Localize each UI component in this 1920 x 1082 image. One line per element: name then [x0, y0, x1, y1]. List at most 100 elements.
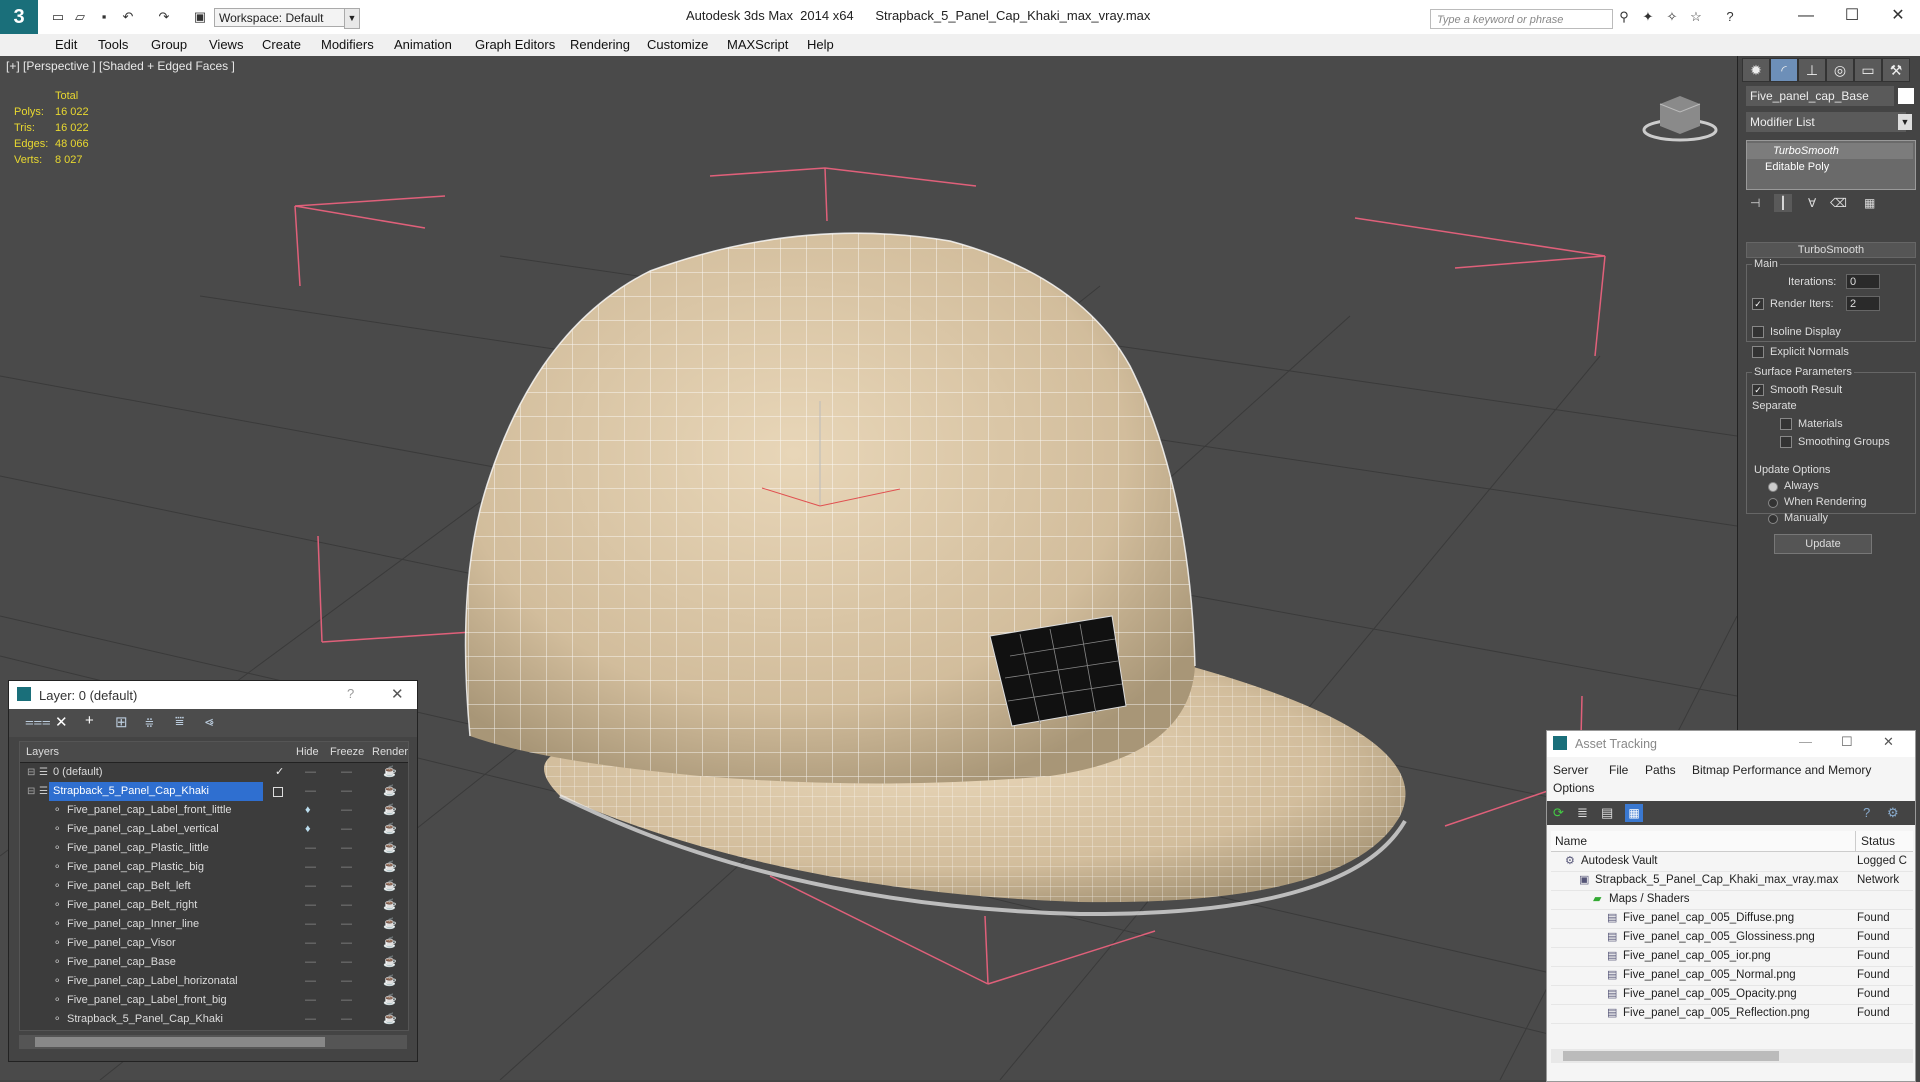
asset-row[interactable]: ⚙ Autodesk Vault Logged C	[1551, 852, 1913, 872]
layer-horizontal-scrollbar[interactable]	[19, 1035, 407, 1049]
expand-icon[interactable]: ⊟	[27, 763, 35, 782]
scrollbar-thumb[interactable]	[35, 1037, 325, 1047]
help-icon[interactable]: ?	[1722, 9, 1738, 25]
menu-tools[interactable]: Tools	[98, 37, 128, 52]
manually-radio[interactable]	[1768, 514, 1778, 524]
render-toggle-icon[interactable]: ☕	[383, 782, 397, 801]
object-name-field[interactable]: Five_panel_cap_Base	[1746, 86, 1894, 106]
hide-toggle-icon[interactable]: —	[305, 934, 316, 953]
freeze-toggle-icon[interactable]: —	[341, 915, 352, 934]
hide-toggle-icon[interactable]: —	[305, 915, 316, 934]
hide-all-layers-icon[interactable]: ⩹	[205, 713, 214, 730]
grid-view-icon[interactable]: ▦	[1625, 804, 1643, 822]
binoculars-icon[interactable]: ⚲	[1616, 9, 1632, 25]
freeze-toggle-icon[interactable]: —	[341, 953, 352, 972]
menu-edit[interactable]: Edit	[55, 37, 77, 52]
layer-row[interactable]: ⊟ ☰ 0 (default) ✓ — — ☕	[21, 763, 405, 782]
render-toggle-icon[interactable]: ☕	[383, 896, 397, 915]
menu-help[interactable]: Help	[807, 37, 834, 52]
hide-toggle-icon[interactable]: —	[305, 763, 316, 782]
menu-customize[interactable]: Customize	[647, 37, 708, 52]
layer-row[interactable]: ⚬ Five_panel_cap_Inner_line — — ☕	[21, 915, 405, 934]
hide-toggle-icon[interactable]: ♦	[305, 801, 311, 820]
new-file-icon[interactable]: ▭	[50, 9, 66, 25]
menu-file[interactable]: File	[1609, 763, 1628, 777]
expand-icon[interactable]: ⊟	[27, 782, 35, 801]
asset-horizontal-scrollbar[interactable]	[1551, 1049, 1913, 1063]
asset-window-titlebar[interactable]: Asset Tracking — ☐ ✕	[1547, 731, 1915, 757]
smoothing-groups-checkbox[interactable]	[1780, 436, 1792, 448]
column-divider[interactable]	[1855, 831, 1856, 851]
layer-row[interactable]: ⚬ Five_panel_cap_Visor — — ☕	[21, 934, 405, 953]
table-view-icon[interactable]: ▤	[1601, 805, 1613, 821]
help-icon[interactable]: ?	[1863, 805, 1870, 820]
layer-row[interactable]: ⚬ Five_panel_cap_Plastic_big — — ☕	[21, 858, 405, 877]
app-logo-icon[interactable]: 3	[0, 0, 38, 34]
column-render[interactable]: Render	[372, 746, 408, 758]
column-status[interactable]: Status	[1861, 834, 1895, 848]
modifier-list-dropdown[interactable]: Modifier List	[1746, 112, 1906, 132]
search-input[interactable]: Type a keyword or phrase	[1430, 9, 1613, 29]
make-unique-icon[interactable]: ∀	[1808, 196, 1816, 210]
menu-server[interactable]: Server	[1553, 763, 1588, 777]
set-active-layer-icon[interactable]	[273, 787, 283, 797]
close-button[interactable]: ✕	[1883, 734, 1894, 750]
hide-toggle-icon[interactable]: —	[305, 1010, 316, 1029]
freeze-toggle-icon[interactable]: —	[341, 763, 352, 782]
asset-row[interactable]: ▤ Five_panel_cap_005_Normal.png Found	[1551, 966, 1913, 986]
delete-layer-icon[interactable]: ✕	[55, 713, 68, 731]
menu-rendering[interactable]: Rendering	[570, 37, 630, 52]
select-in-layer-icon[interactable]: ⩷	[145, 713, 154, 730]
smooth-result-checkbox[interactable]: ✓	[1752, 384, 1764, 396]
freeze-toggle-icon[interactable]: —	[341, 1010, 352, 1029]
settings-icon[interactable]: ⚙	[1887, 805, 1899, 821]
materials-checkbox[interactable]	[1780, 418, 1792, 430]
hide-toggle-icon[interactable]: —	[305, 991, 316, 1010]
minimize-button[interactable]: —	[1786, 4, 1826, 28]
render-toggle-icon[interactable]: ☕	[383, 934, 397, 953]
hide-toggle-icon[interactable]: —	[305, 877, 316, 896]
utilities-tab-icon[interactable]: ⚒	[1882, 58, 1910, 82]
freeze-toggle-icon[interactable]: —	[341, 839, 352, 858]
render-toggle-icon[interactable]: ☕	[383, 877, 397, 896]
freeze-toggle-icon[interactable]: —	[341, 896, 352, 915]
stack-item-editable-poly[interactable]: Editable Poly	[1747, 159, 1913, 175]
hide-toggle-icon[interactable]: —	[305, 953, 316, 972]
asset-row[interactable]: ▣ Strapback_5_Panel_Cap_Khaki_max_vray.ma…	[1551, 871, 1913, 891]
layer-row[interactable]: ⚬ Five_panel_cap_Plastic_little — — ☕	[21, 839, 405, 858]
close-button[interactable]: ✕	[1878, 4, 1918, 28]
hierarchy-tab-icon[interactable]: ⊥	[1798, 58, 1826, 82]
favorites-star-icon[interactable]: ☆	[1688, 9, 1704, 25]
render-toggle-icon[interactable]: ☕	[383, 991, 397, 1010]
layer-row[interactable]: ⚬ Five_panel_cap_Label_front_big — — ☕	[21, 991, 405, 1010]
create-layer-icon[interactable]: +	[85, 712, 94, 729]
subscription-icon[interactable]: ✦	[1640, 9, 1656, 25]
freeze-toggle-icon[interactable]: —	[341, 801, 352, 820]
viewport-label[interactable]: [+] [Perspective ] [Shaded + Edged Faces…	[6, 59, 235, 73]
highlight-layer-icon[interactable]: ⩸	[175, 713, 184, 730]
render-toggle-icon[interactable]: ☕	[383, 972, 397, 991]
layer-row[interactable]: ⚬ Five_panel_cap_Belt_right — — ☕	[21, 896, 405, 915]
freeze-toggle-icon[interactable]: —	[341, 934, 352, 953]
maximize-button[interactable]: ☐	[1841, 734, 1853, 750]
column-freeze[interactable]: Freeze	[330, 746, 364, 758]
undo-icon[interactable]: ↶	[120, 9, 136, 25]
asset-row[interactable]: ▤ Five_panel_cap_005_ior.png Found	[1551, 947, 1913, 967]
hide-toggle-icon[interactable]: —	[305, 839, 316, 858]
menu-views[interactable]: Views	[209, 37, 243, 52]
column-layers[interactable]: Layers	[26, 746, 59, 758]
save-icon[interactable]: ▪	[96, 9, 112, 25]
render-toggle-icon[interactable]: ☕	[383, 763, 397, 782]
freeze-toggle-icon[interactable]: —	[341, 991, 352, 1010]
menu-paths[interactable]: Paths	[1645, 763, 1676, 777]
communication-icon[interactable]: ✧	[1664, 9, 1680, 25]
menu-animation[interactable]: Animation	[394, 37, 452, 52]
open-file-icon[interactable]: ▱	[72, 9, 88, 25]
list-view-icon[interactable]: ≣	[1577, 805, 1588, 821]
modify-tab-icon[interactable]: ◜	[1770, 58, 1798, 82]
workspace-select[interactable]: Workspace: Default	[214, 8, 358, 27]
hide-toggle-icon[interactable]: —	[305, 858, 316, 877]
create-tab-icon[interactable]: ✹	[1742, 58, 1770, 82]
viewcube-icon[interactable]	[1642, 96, 1718, 142]
freeze-toggle-icon[interactable]: —	[341, 877, 352, 896]
